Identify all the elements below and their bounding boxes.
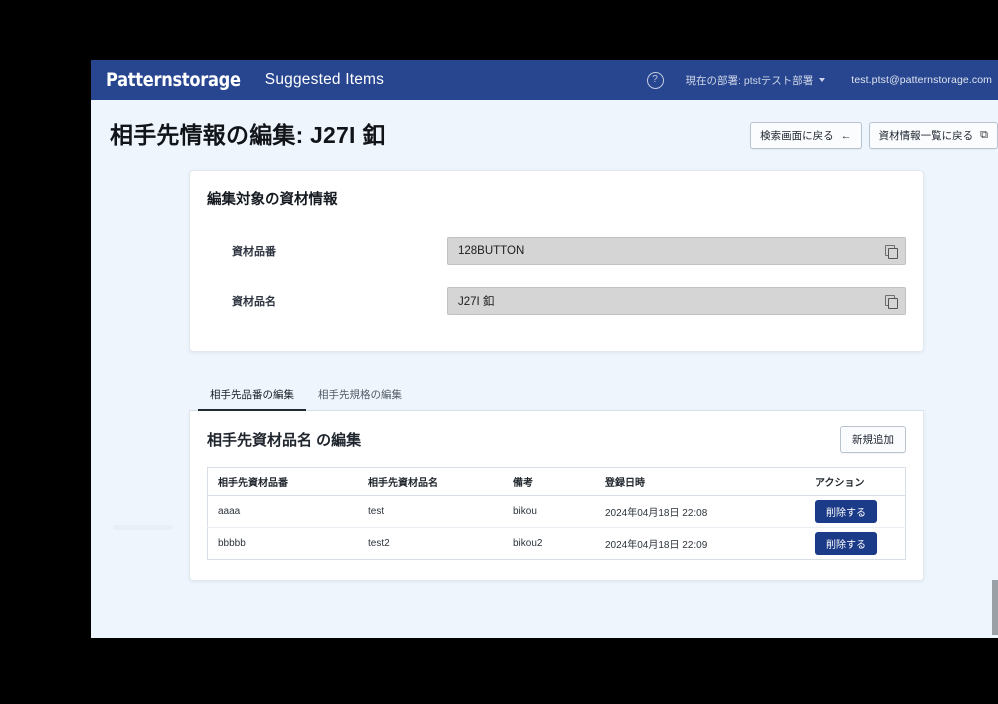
column-header-action: アクション [805,467,906,496]
material-code-value: 128BUTTON [458,245,525,257]
table-row: bbbbb test2 bikou2 2024年04月18日 22:09 削除す… [208,528,906,560]
scrollbar-thumb[interactable] [992,580,998,635]
cell-note: bikou [503,495,595,528]
external-link-icon: ⧉ [980,129,988,141]
background-artifact [113,525,173,530]
delete-button[interactable]: 削除する [815,500,877,523]
column-header-name: 相手先資材品名 [358,467,503,496]
page-header: 相手先情報の編集: J27I 釦 検索画面に戻る ← 資材情報一覧に戻る ⧉ [91,100,998,149]
top-navbar: Patternstorage Suggested Items ? 現在の部署: … [91,60,998,100]
navbar-right-group: ? 現在の部署: ptstテスト部署 test.ptst@patternstor… [646,71,998,89]
cell-registered-at: 2024年04月18日 22:09 [605,540,708,551]
back-to-material-list-button[interactable]: 資材情報一覧に戻る ⧉ [868,122,998,149]
copy-icon[interactable] [885,295,898,309]
material-info-card: 編集対象の資材情報 資材品番 128BUTTON 資材品名 J27I 釦 [189,170,924,352]
cell-registered-at: 2024年04月18日 22:08 [595,495,805,528]
partner-material-table: 相手先資材品番 相手先資材品名 備考 登録日時 アクション aaaa test … [207,467,906,560]
back-to-material-list-label: 資材情報一覧に戻る [878,130,974,142]
table-head: 相手先資材品番 相手先資材品名 備考 登録日時 アクション [207,467,906,496]
cell-code: bbbbb [218,538,246,549]
arrow-left-icon: ← [840,129,852,142]
tab-partner-spec-edit[interactable]: 相手先規格の編集 [306,381,414,411]
field-row-material-name: 資材品名 J27I 釦 [190,279,923,323]
back-to-search-label: 検索画面に戻る [760,130,834,142]
cell-action: 削除する [805,528,906,560]
help-icon[interactable]: ? [646,71,664,89]
delete-button[interactable]: 削除する [815,532,877,555]
material-info-heading: 編集対象の資材情報 [207,192,338,208]
chevron-down-icon [819,78,826,82]
app-viewport: Patternstorage Suggested Items ? 現在の部署: … [91,60,998,638]
cell-note: bikou2 [513,538,543,549]
cell-action: 削除する [805,495,906,528]
add-new-button[interactable]: 新規追加 [840,426,906,453]
material-name-input[interactable]: J27I 釦 [447,287,906,315]
column-header-registered-at: 登録日時 [595,467,805,496]
cell-name: test2 [368,538,390,549]
tab-partner-code-edit[interactable]: 相手先品番の編集 [198,381,306,411]
brand-logo[interactable]: Patternstorage [106,69,241,91]
tab-bar: 相手先品番の編集 相手先規格の編集 [189,381,924,411]
table-title: 相手先資材品名 の編集 [207,432,362,449]
page-scrollbar[interactable] [992,100,998,638]
back-to-search-button[interactable]: 検索画面に戻る ← [750,122,862,149]
copy-icon[interactable] [885,245,898,259]
table-header-row: 相手先資材品名 の編集 新規追加 [207,426,906,453]
material-code-label: 資材品番 [232,246,276,258]
table-row: aaaa test bikou 2024年04月18日 22:08 削除する [207,495,906,528]
department-selector[interactable]: 現在の部署: ptstテスト部署 [686,73,826,88]
column-header-code: 相手先資材品番 [207,467,358,496]
user-email[interactable]: test.ptst@patternstorage.com [851,74,992,86]
page-action-buttons: 検索画面に戻る ← 資材情報一覧に戻る ⧉ [750,122,998,149]
partner-material-table-card: 相手先資材品名 の編集 新規追加 相手先資材品番 相手先資材品名 備考 登録日時… [189,411,924,581]
table-header-row-cells: 相手先資材品番 相手先資材品名 備考 登録日時 アクション [207,467,906,496]
app-title: Suggested Items [264,71,385,88]
field-row-material-code: 資材品番 128BUTTON [190,229,923,273]
table-body: aaaa test bikou 2024年04月18日 22:08 削除する b… [207,495,906,560]
column-header-note: 備考 [503,467,595,496]
material-name-value: J27I 釦 [458,296,495,308]
page-title: 相手先情報の編集: J27I 釦 [110,122,386,148]
lower-section: 相手先品番の編集 相手先規格の編集 相手先資材品名 の編集 新規追加 相手先資材… [189,381,924,581]
cell-name: test [358,495,503,528]
cell-code: aaaa [207,495,358,528]
department-label: 現在の部署: ptstテスト部署 [685,74,814,87]
material-name-label: 資材品名 [232,296,276,308]
material-code-input[interactable]: 128BUTTON [447,237,906,265]
